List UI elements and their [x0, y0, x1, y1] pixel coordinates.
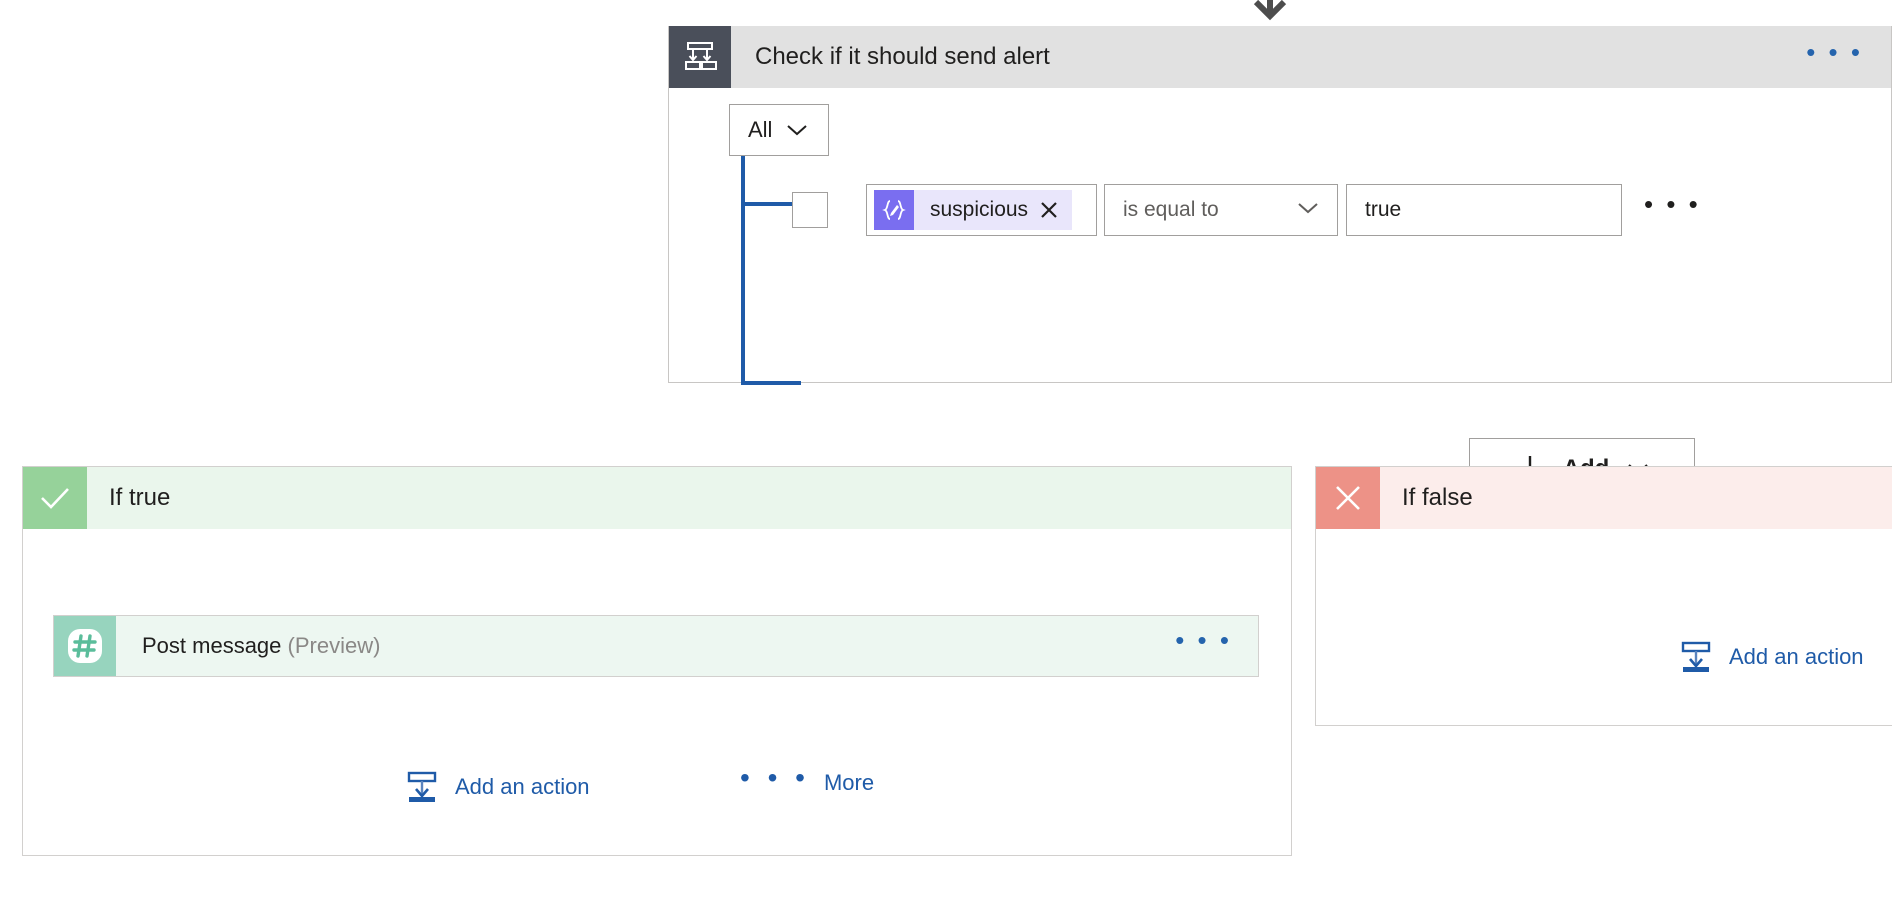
condition-grouping-value: All [748, 117, 773, 142]
close-icon[interactable] [1040, 201, 1058, 219]
action-title: Post message (Preview) [142, 633, 380, 659]
action-overflow-menu[interactable]: • • • [1175, 627, 1232, 656]
action-state-badge: (Preview) [287, 633, 381, 658]
condition-grouping-select[interactable]: All [729, 104, 829, 156]
condition-overflow-menu[interactable]: • • • [1806, 39, 1863, 67]
more-label: More [823, 770, 875, 795]
close-icon [1316, 467, 1380, 529]
dynamic-token-chip[interactable]: suspicious [874, 190, 1073, 230]
condition-operator-select[interactable]: is equal to [1104, 184, 1338, 236]
condition-body: All suspicious is equal to true • • • [669, 88, 1891, 500]
chevron-down-icon [786, 123, 808, 137]
condition-row-checkbox[interactable] [792, 192, 828, 228]
add-action-button-true[interactable]: Add an action [405, 770, 590, 804]
condition-value-text: true [1365, 198, 1402, 221]
add-action-button-false[interactable]: Add an action [1679, 640, 1864, 674]
dynamic-token-label: suspicious [930, 198, 1029, 221]
condition-branch-icon [669, 26, 731, 88]
ellipsis-icon: • • • [740, 762, 810, 793]
condition-row-overflow-menu[interactable]: • • • [1644, 191, 1701, 220]
branch-true-header: If true [23, 467, 1291, 529]
branch-false-header: If false [1316, 467, 1892, 529]
condition-card: Check if it should send alert • • • All [668, 26, 1892, 500]
action-card-post-message[interactable]: Post message (Preview) • • • [53, 615, 1259, 677]
add-action-icon [405, 770, 439, 804]
branch-true-title: If true [109, 484, 171, 511]
branch-if-true: If true Post message (Preview) • • • [22, 466, 1292, 856]
add-action-label-false: Add an action [1729, 644, 1864, 669]
branch-false-title: If false [1402, 484, 1473, 511]
condition-title: Check if it should send alert [755, 43, 1050, 70]
incoming-arrow-icon [1248, 0, 1292, 28]
condition-value-input[interactable]: true [1346, 184, 1622, 236]
slack-hash-icon [54, 616, 116, 676]
condition-row: suspicious is equal to true • • • [792, 184, 1701, 236]
chevron-down-icon [1297, 201, 1319, 220]
condition-operator-value: is equal to [1123, 198, 1219, 221]
add-action-label-true: Add an action [455, 774, 590, 799]
condition-header[interactable]: Check if it should send alert • • • [669, 26, 1891, 88]
action-name: Post message [142, 633, 282, 658]
condition-field-input[interactable]: suspicious [866, 184, 1097, 236]
add-action-icon [1679, 640, 1713, 674]
expression-token-icon [874, 190, 914, 230]
branch-if-false: If false [1315, 466, 1892, 726]
more-button[interactable]: • • • More [740, 762, 875, 796]
checkmark-icon [23, 467, 87, 529]
